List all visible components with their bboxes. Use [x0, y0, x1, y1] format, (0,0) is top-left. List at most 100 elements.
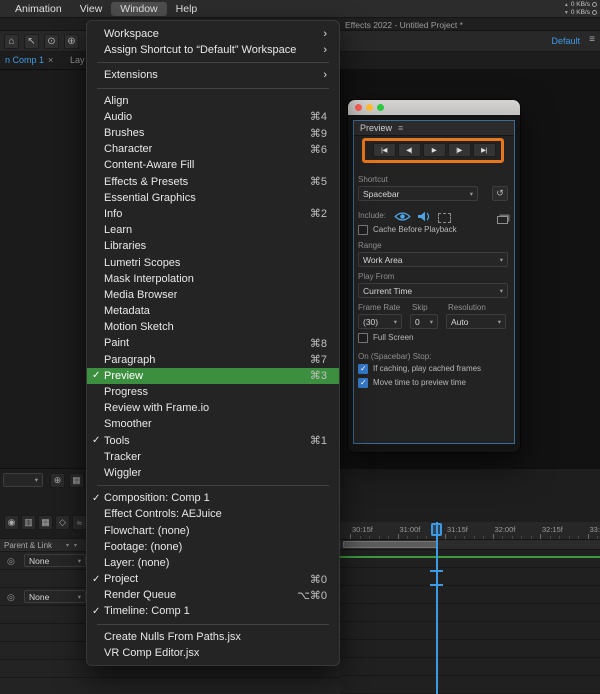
- resolution-value: Auto: [451, 317, 495, 327]
- shortcut-select[interactable]: Spacebar ▾: [358, 186, 478, 201]
- chevron-down-icon: ▾: [78, 557, 81, 565]
- timeline-zoom-select[interactable]: ▾: [3, 473, 43, 487]
- menu-view[interactable]: View: [71, 2, 112, 16]
- menu-separator: [97, 62, 329, 63]
- menu-item-effects-presets[interactable]: Effects & Presets⌘5: [87, 174, 339, 190]
- shy-toggle-icon[interactable]: ◉: [4, 515, 19, 530]
- menu-item-tracker[interactable]: Tracker: [87, 449, 339, 465]
- menu-item-label: Lumetri Scopes: [104, 257, 180, 269]
- hand-tool-icon[interactable]: ⊙: [44, 34, 59, 49]
- menu-item-vr-comp-editor-jsx[interactable]: VR Comp Editor.jsx: [87, 645, 339, 661]
- menu-item-paragraph[interactable]: Paragraph⌘7: [87, 352, 339, 368]
- menu-item-align[interactable]: Align: [87, 93, 339, 109]
- range-select[interactable]: Work Area ▾: [358, 252, 508, 267]
- pick-whip-icon[interactable]: ◎: [7, 556, 15, 567]
- menu-item-composition-comp-1[interactable]: ✓Composition: Comp 1: [87, 490, 339, 506]
- preview-window-titlebar[interactable]: [348, 100, 520, 115]
- menu-item-extensions[interactable]: Extensions›: [87, 67, 339, 83]
- menu-item-libraries[interactable]: Libraries: [87, 238, 339, 254]
- menu-item-tools[interactable]: ✓Tools⌘1: [87, 433, 339, 449]
- frame-rate-select[interactable]: (30) ▾: [358, 314, 402, 329]
- reset-icon[interactable]: ↺: [492, 186, 508, 201]
- menu-item-label: Media Browser: [104, 289, 177, 301]
- workspace-menu-icon[interactable]: ≡: [589, 34, 595, 45]
- menu-item-review-with-frame-io[interactable]: Review with Frame.io: [87, 400, 339, 416]
- menu-item-learn[interactable]: Learn: [87, 222, 339, 238]
- menu-item-essential-graphics[interactable]: Essential Graphics: [87, 190, 339, 206]
- frame-blend-toggle-icon[interactable]: ▥: [21, 515, 36, 530]
- menu-item-lumetri-scopes[interactable]: Lumetri Scopes: [87, 254, 339, 270]
- menu-item-effect-controls-aejuice[interactable]: Effect Controls: AEJuice: [87, 506, 339, 522]
- menu-item-preview[interactable]: ✓Preview⌘3: [87, 368, 339, 384]
- mini-flowchart-icon[interactable]: ▦: [69, 473, 84, 488]
- shortcut-label: Shortcut: [358, 175, 388, 184]
- full-screen-checkbox[interactable]: Full Screen: [358, 333, 413, 343]
- pick-whip-icon[interactable]: ◎: [7, 592, 15, 603]
- work-area-bar[interactable]: [343, 541, 438, 548]
- menu-item-footage-none[interactable]: Footage: (none): [87, 539, 339, 555]
- menu-item-progress[interactable]: Progress: [87, 384, 339, 400]
- minimize-window-button[interactable]: [366, 104, 373, 111]
- cache-before-playback-checkbox[interactable]: Cache Before Playback: [358, 225, 457, 235]
- menu-animation[interactable]: Animation: [6, 2, 71, 16]
- playhead-grabber[interactable]: [431, 523, 442, 536]
- first-frame-button[interactable]: |◀: [373, 143, 396, 157]
- menu-item-paint[interactable]: Paint⌘8: [87, 335, 339, 351]
- menu-item-content-aware-fill[interactable]: Content-Aware Fill: [87, 157, 339, 173]
- menu-help[interactable]: Help: [167, 2, 207, 16]
- move-time-checkbox[interactable]: Move time to preview time: [358, 378, 466, 388]
- menu-item-layer-none[interactable]: Layer: (none): [87, 555, 339, 571]
- last-frame-button[interactable]: ▶|: [473, 143, 496, 157]
- menu-item-metadata[interactable]: Metadata: [87, 303, 339, 319]
- menu-item-smoother[interactable]: Smoother: [87, 416, 339, 432]
- menu-item-create-nulls-from-paths-jsx[interactable]: Create Nulls From Paths.jsx: [87, 629, 339, 645]
- skip-select[interactable]: 0 ▾: [410, 314, 438, 329]
- current-time-indicator[interactable]: [436, 522, 438, 694]
- menu-window[interactable]: Window: [111, 2, 166, 16]
- tab-comp-1[interactable]: n Comp 1 ×: [5, 55, 53, 65]
- menu-item-flowchart-none[interactable]: Flowchart: (none): [87, 522, 339, 538]
- menu-item-media-browser[interactable]: Media Browser: [87, 287, 339, 303]
- menu-item-timeline-comp-1[interactable]: ✓Timeline: Comp 1: [87, 603, 339, 619]
- menu-item-render-queue[interactable]: Render Queue⌥⌘0: [87, 587, 339, 603]
- menu-item-assign-shortcut-to-default-workspace[interactable]: Assign Shortcut to “Default” Workspace›: [87, 42, 339, 58]
- play-cached-frames-checkbox[interactable]: If caching, play cached frames: [358, 364, 481, 374]
- menu-item-project[interactable]: ✓Project⌘0: [87, 571, 339, 587]
- panel-menu-icon[interactable]: ≡: [398, 123, 403, 133]
- workspace-name[interactable]: Default: [551, 36, 580, 46]
- previous-frame-button[interactable]: ◀|: [398, 143, 421, 157]
- close-window-button[interactable]: [355, 104, 362, 111]
- zoom-window-button[interactable]: [377, 104, 384, 111]
- home-icon[interactable]: ⌂: [4, 34, 19, 49]
- play-from-select[interactable]: Current Time ▾: [358, 283, 508, 298]
- parent-link-sort-icons[interactable]: ▾ ▾: [66, 542, 77, 549]
- search-icon[interactable]: ⊕: [50, 473, 65, 488]
- menu-item-motion-sketch[interactable]: Motion Sketch: [87, 319, 339, 335]
- chevron-down-icon: ▾: [498, 318, 501, 326]
- menu-item-workspace[interactable]: Workspace›: [87, 26, 339, 42]
- frame-rate-value: (30): [363, 317, 391, 327]
- play-button[interactable]: ▶: [423, 143, 446, 157]
- next-frame-button[interactable]: |▶: [448, 143, 471, 157]
- brainstorm-toggle-icon[interactable]: ≈: [72, 515, 87, 530]
- tab-layers-partial[interactable]: Lay: [70, 55, 85, 65]
- selection-tool-icon[interactable]: ↖: [24, 34, 39, 49]
- menu-item-character[interactable]: Character⌘6: [87, 141, 339, 157]
- layer-controls-icon[interactable]: [497, 211, 508, 229]
- graph-editor-toggle-icon[interactable]: ◇: [55, 515, 70, 530]
- checkbox-label: Cache Before Playback: [373, 225, 457, 235]
- menu-item-brushes[interactable]: Brushes⌘9: [87, 125, 339, 141]
- track-area[interactable]: [340, 550, 600, 694]
- motion-blur-toggle-icon[interactable]: ▦: [38, 515, 53, 530]
- time-ruler[interactable]: 30:15f31:00f31:15f32:00f32:15f33:00f: [340, 522, 600, 540]
- ruler-minor-tick: [597, 536, 598, 539]
- close-icon[interactable]: ×: [48, 55, 53, 65]
- parent-select-row-1[interactable]: None ▾: [24, 554, 86, 567]
- menu-item-audio[interactable]: Audio⌘4: [87, 109, 339, 125]
- zoom-tool-icon[interactable]: ⊕: [64, 34, 79, 49]
- menu-item-wiggler[interactable]: Wiggler: [87, 465, 339, 481]
- resolution-select[interactable]: Auto ▾: [446, 314, 506, 329]
- menu-item-info[interactable]: Info⌘2: [87, 206, 339, 222]
- parent-select-row-2[interactable]: None ▾: [24, 590, 86, 603]
- menu-item-mask-interpolation[interactable]: Mask Interpolation: [87, 271, 339, 287]
